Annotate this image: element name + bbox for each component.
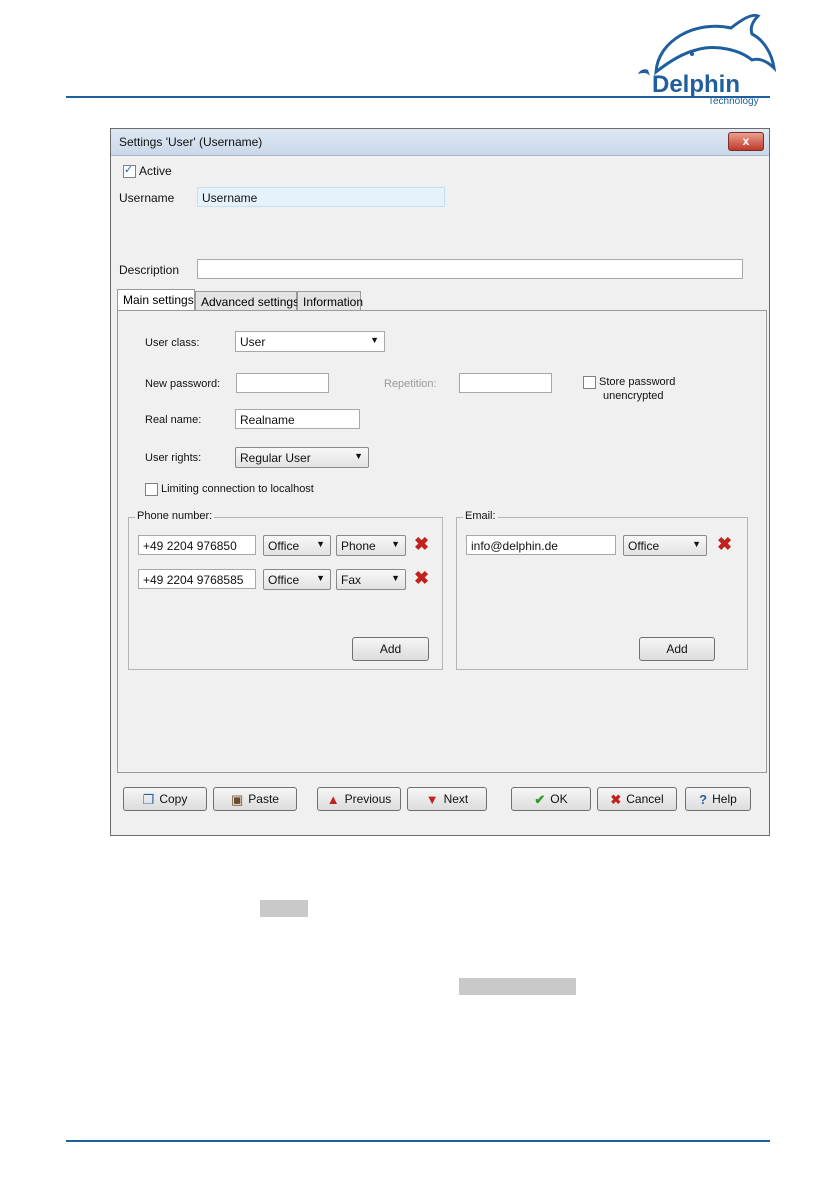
delete-icon[interactable]: ✖ [717, 535, 732, 553]
description-input[interactable] [197, 259, 743, 279]
phone-number-input[interactable]: +49 2204 9768585 [138, 569, 256, 589]
chevron-down-icon: ▼ [391, 573, 400, 583]
brand-tagline: Technology [708, 96, 759, 106]
copy-label: Copy [159, 792, 188, 806]
tab-advanced-settings[interactable]: Advanced settings [195, 291, 299, 310]
next-label: Next [443, 792, 469, 806]
phone-location-value: Office [268, 539, 300, 553]
real-name-input[interactable]: Realname [235, 409, 360, 429]
main-settings-panel: User class: User ▼ New password: Repetit… [117, 310, 767, 773]
ok-label: OK [550, 792, 568, 806]
username-input[interactable]: Username [197, 187, 445, 207]
delete-icon[interactable]: ✖ [414, 569, 429, 587]
chevron-down-icon: ▼ [316, 539, 325, 549]
phone-location-select[interactable]: Office ▼ [263, 535, 331, 556]
description-label: Description [119, 263, 180, 277]
active-label: Active [139, 164, 172, 178]
dialog-title: Settings 'User' (Username) [119, 135, 263, 149]
ok-button[interactable]: ✔ OK [511, 787, 591, 811]
delphin-logo: Delphin Technology [638, 13, 776, 106]
delete-icon[interactable]: ✖ [414, 535, 429, 553]
active-checkbox[interactable] [123, 163, 136, 178]
chevron-down-icon: ▼ [370, 335, 379, 345]
user-class-label: User class: [145, 337, 200, 349]
arrow-down-icon: ▼ [425, 791, 439, 807]
email-legend: Email: [463, 510, 498, 522]
arrow-up-icon: ▲ [326, 791, 340, 807]
close-icon: x [742, 134, 750, 148]
user-rights-label: User rights: [145, 452, 202, 464]
phone-number-input[interactable]: +49 2204 976850 [138, 535, 256, 555]
paste-label: Paste [248, 792, 279, 806]
phone-number-group: Phone number: +49 2204 976850 Office ▼ P… [128, 510, 443, 670]
dialog-titlebar[interactable]: Settings 'User' (Username) x [111, 129, 769, 156]
chevron-down-icon: ▼ [692, 539, 701, 549]
grey-highlight-block [459, 978, 576, 995]
new-password-label: New password: [145, 378, 221, 390]
next-button[interactable]: ▼ Next [407, 787, 487, 811]
copy-icon: ❐ [142, 791, 155, 807]
user-rights-select[interactable]: Regular User ▼ [235, 447, 369, 468]
cancel-label: Cancel [626, 792, 664, 806]
footer-rule [66, 1140, 770, 1142]
repetition-input[interactable] [459, 373, 552, 393]
user-rights-value: Regular User [240, 451, 311, 465]
copy-button[interactable]: ❐ Copy [123, 787, 207, 811]
brand-name: Delphin [652, 71, 740, 98]
chevron-down-icon: ▼ [316, 573, 325, 583]
phone-location-select[interactable]: Office ▼ [263, 569, 331, 590]
phone-type-select[interactable]: Phone ▼ [336, 535, 406, 556]
email-input[interactable]: info@delphin.de [466, 535, 616, 555]
repetition-label: Repetition: [384, 378, 437, 390]
phone-type-value: Phone [341, 539, 376, 553]
phone-type-select[interactable]: Fax ▼ [336, 569, 406, 590]
grey-highlight-block [260, 900, 308, 917]
cancel-icon: ✖ [610, 791, 622, 807]
phone-type-value: Fax [341, 573, 362, 587]
phone-number-legend: Phone number: [135, 510, 215, 522]
chevron-down-icon: ▼ [354, 451, 363, 461]
email-location-value: Office [628, 539, 660, 553]
help-button[interactable]: ? Help [685, 787, 751, 811]
tab-main-settings[interactable]: Main settings [117, 289, 195, 310]
limit-localhost-label: Limiting connection to localhost [161, 483, 314, 495]
user-class-select[interactable]: User ▼ [235, 331, 385, 352]
cancel-button[interactable]: ✖ Cancel [597, 787, 677, 811]
add-email-button[interactable]: Add [639, 637, 715, 661]
user-class-value: User [240, 335, 266, 349]
phone-location-value: Office [268, 573, 300, 587]
add-phone-button[interactable]: Add [352, 637, 429, 661]
previous-label: Previous [344, 792, 392, 806]
new-password-input[interactable] [236, 373, 329, 393]
email-group: Email: info@delphin.de Office ▼ ✖ Add [456, 510, 748, 670]
store-password-checkbox[interactable] [583, 376, 596, 389]
user-settings-dialog: Settings 'User' (Username) x Active User… [110, 128, 770, 836]
tab-information[interactable]: Information [297, 291, 363, 310]
limit-localhost-checkbox[interactable] [145, 483, 158, 496]
help-icon: ? [699, 791, 708, 807]
email-location-select[interactable]: Office ▼ [623, 535, 707, 556]
previous-button[interactable]: ▲ Previous [317, 787, 401, 811]
close-button[interactable]: x [728, 132, 764, 151]
help-label: Help [712, 792, 737, 806]
username-label: Username [119, 191, 175, 205]
checkmark-icon: ✔ [534, 791, 546, 807]
paste-button[interactable]: ▣ Paste [213, 787, 297, 811]
store-password-label-2: unencrypted [603, 390, 664, 402]
chevron-down-icon: ▼ [391, 539, 400, 549]
real-name-label: Real name: [145, 414, 202, 426]
clipboard-icon: ▣ [231, 791, 244, 807]
store-password-label-1: Store password [599, 376, 676, 388]
